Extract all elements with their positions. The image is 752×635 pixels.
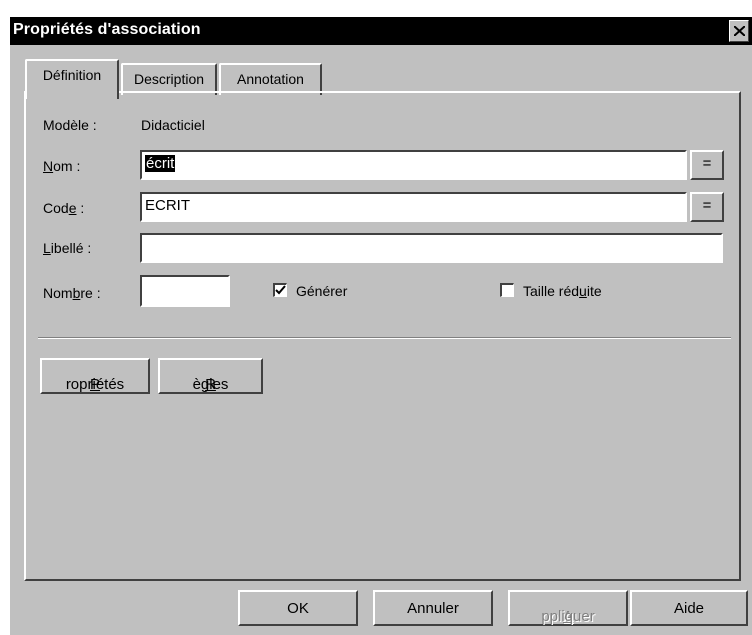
nombre-field[interactable] xyxy=(140,275,230,307)
generer-label: Générer xyxy=(296,283,348,299)
code-field[interactable]: ECRIT xyxy=(140,192,687,222)
proprietes-button[interactable]: Propriétés xyxy=(40,358,150,394)
tab-definition[interactable]: Définition xyxy=(25,59,119,99)
libelle-label: Libellé : xyxy=(43,240,92,256)
aide-label: Aide xyxy=(673,600,705,617)
aide-button[interactable]: Aide xyxy=(630,590,748,626)
modele-value: Didacticiel xyxy=(141,117,205,133)
separator xyxy=(38,337,731,339)
check-icon xyxy=(275,285,286,295)
ok-button[interactable]: OK xyxy=(238,590,358,626)
appliquer-button[interactable]: Appliquer xyxy=(508,590,628,626)
association-properties-dialog: Propriétés d'association Définition Desc… xyxy=(10,17,752,635)
code-equals-button[interactable]: = xyxy=(690,192,724,222)
close-icon xyxy=(734,26,745,36)
nom-value: écrit xyxy=(145,155,176,172)
title-bar: Propriétés d'association xyxy=(10,17,752,45)
code-value: ECRIT xyxy=(145,197,190,214)
nom-field[interactable]: écrit xyxy=(140,150,687,180)
tab-definition-label: Définition xyxy=(42,67,102,83)
regles-button[interactable]: Règles xyxy=(158,358,263,394)
close-button[interactable] xyxy=(729,20,749,42)
ok-label: OK xyxy=(287,600,309,617)
taille-reduite-label: Taille réduite xyxy=(523,283,602,299)
annuler-label: Annuler xyxy=(407,600,459,617)
window-title: Propriétés d'association xyxy=(13,21,201,38)
nombre-label: Nombre : xyxy=(43,285,101,301)
libelle-field[interactable] xyxy=(140,233,723,263)
nom-equals-button[interactable]: = xyxy=(690,150,724,180)
generer-checkbox[interactable] xyxy=(273,283,287,297)
tab-annotation-label: Annotation xyxy=(237,71,304,87)
code-label: Code : xyxy=(43,200,85,216)
nom-label: Nom : xyxy=(43,158,81,174)
tab-description-label: Description xyxy=(133,71,205,87)
annuler-button[interactable]: Annuler xyxy=(373,590,493,626)
modele-label: Modèle : xyxy=(43,117,97,133)
taille-reduite-checkbox[interactable] xyxy=(500,283,514,297)
